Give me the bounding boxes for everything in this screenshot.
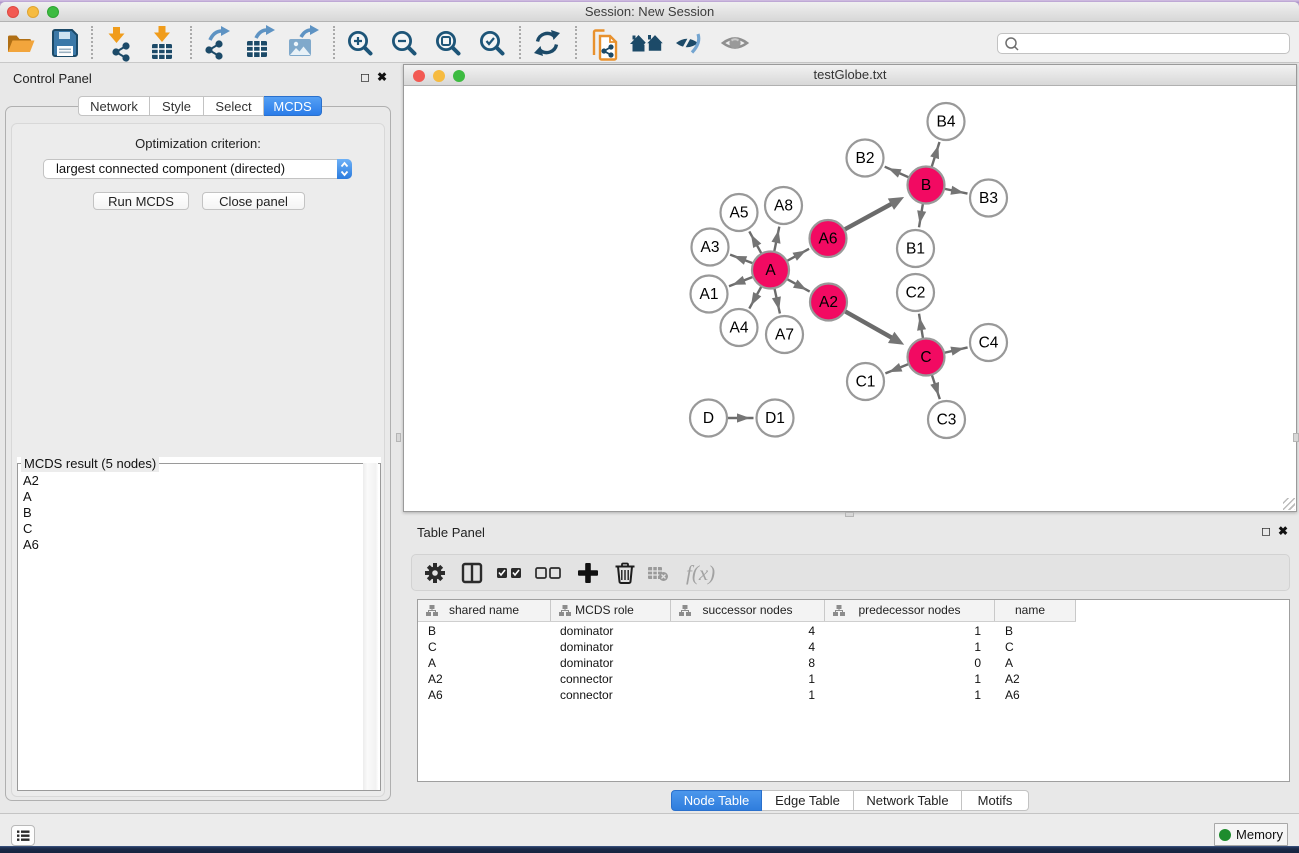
- svg-text:A4: A4: [730, 320, 749, 337]
- svg-text:A3: A3: [701, 239, 720, 256]
- svg-text:C4: C4: [979, 335, 999, 352]
- svg-text:C2: C2: [906, 285, 926, 302]
- svg-text:B2: B2: [856, 150, 875, 167]
- svg-text:A8: A8: [774, 198, 793, 215]
- svg-text:C1: C1: [856, 374, 876, 391]
- svg-text:A5: A5: [730, 205, 749, 222]
- svg-text:C3: C3: [937, 412, 957, 429]
- svg-text:C: C: [920, 349, 931, 366]
- svg-text:D: D: [703, 410, 714, 427]
- svg-text:A2: A2: [819, 294, 838, 311]
- svg-text:B: B: [921, 177, 931, 194]
- svg-text:D1: D1: [765, 410, 785, 427]
- svg-text:B4: B4: [937, 114, 956, 131]
- svg-text:A: A: [765, 262, 776, 279]
- svg-text:A7: A7: [775, 327, 794, 344]
- svg-text:f(x): f(x): [686, 561, 715, 585]
- svg-text:B1: B1: [906, 241, 925, 258]
- svg-text:A6: A6: [819, 231, 838, 248]
- svg-text:A1: A1: [700, 286, 719, 303]
- svg-text:B3: B3: [979, 190, 998, 207]
